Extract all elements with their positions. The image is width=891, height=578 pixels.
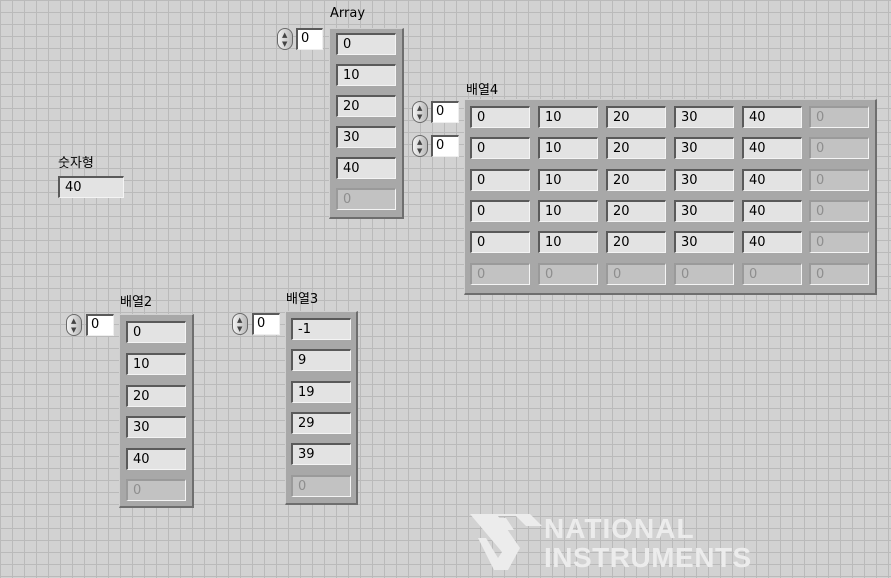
array-label: Array (330, 6, 366, 21)
array3-label: 배열3 (286, 292, 319, 307)
array-element[interactable]: 10 (336, 64, 396, 86)
array4-element[interactable]: 20 (606, 137, 666, 159)
array4-element[interactable]: 0 (470, 106, 530, 128)
array-empty-element[interactable]: 0 (291, 475, 351, 497)
array-element[interactable]: 30 (126, 416, 186, 438)
array4-empty-element[interactable]: 0 (809, 169, 869, 191)
array4-element[interactable]: 30 (674, 231, 734, 253)
array4-element[interactable]: 20 (606, 169, 666, 191)
array4-empty-element[interactable]: 0 (809, 231, 869, 253)
array-empty-element[interactable]: 0 (336, 188, 396, 210)
array4-element[interactable]: 10 (538, 200, 598, 222)
array4-frame: 0 10 20 30 40 0 0 10 20 30 40 0 0 10 20 30 40 0 0 10 20 30 40 0… (464, 99, 877, 295)
array-element[interactable]: 40 (126, 448, 186, 470)
array4-element[interactable]: 20 (606, 106, 666, 128)
array-element[interactable]: -1 (291, 318, 351, 340)
array4-element[interactable]: 0 (470, 137, 530, 159)
array4-element[interactable]: 20 (606, 200, 666, 222)
array4-element[interactable]: 20 (606, 231, 666, 253)
ni-eagle-icon (470, 514, 542, 570)
numeric-indicator[interactable]: 40 (58, 176, 124, 198)
array4-empty-element[interactable]: 0 (809, 137, 869, 159)
array4-element[interactable]: 10 (538, 137, 598, 159)
array-element[interactable]: 9 (291, 349, 351, 371)
array4-empty-element[interactable]: 0 (538, 263, 598, 285)
spin-arrows-icon[interactable]: ▲ ▼ (232, 313, 248, 335)
array4-element[interactable]: 10 (538, 106, 598, 128)
ni-logo-line2: INSTRUMENTS (544, 542, 752, 573)
ni-logo-line1: NATIONAL (544, 513, 695, 544)
spin-arrows-icon[interactable]: ▲ ▼ (277, 28, 293, 50)
array-element[interactable]: 20 (126, 385, 186, 407)
array4-element[interactable]: 30 (674, 200, 734, 222)
array4-element[interactable]: 40 (742, 169, 802, 191)
array3-frame: -1 9 19 29 39 0 (285, 311, 358, 505)
spin-arrows-icon[interactable]: ▲ ▼ (412, 135, 428, 157)
array4-empty-element[interactable]: 0 (606, 263, 666, 285)
spin-arrows-icon[interactable]: ▲ ▼ (412, 101, 428, 123)
array4-element[interactable]: 0 (470, 231, 530, 253)
array-element[interactable]: 29 (291, 412, 351, 434)
array4-empty-element[interactable]: 0 (809, 106, 869, 128)
array4-element[interactable]: 40 (742, 106, 802, 128)
array4-element[interactable]: 10 (538, 231, 598, 253)
array-empty-element[interactable]: 0 (126, 479, 186, 501)
array4-empty-element[interactable]: 0 (809, 263, 869, 285)
array2-label: 배열2 (120, 295, 153, 310)
array4-element[interactable]: 40 (742, 137, 802, 159)
array4-element[interactable]: 40 (742, 231, 802, 253)
array4-empty-element[interactable]: 0 (470, 263, 530, 285)
array4-empty-element[interactable]: 0 (809, 200, 869, 222)
array-element[interactable]: 39 (291, 443, 351, 465)
array4-element[interactable]: 40 (742, 200, 802, 222)
array-element[interactable]: 30 (336, 126, 396, 148)
array-element[interactable]: 10 (126, 353, 186, 375)
array4-label: 배열4 (466, 83, 499, 98)
ni-logo: NATIONAL INSTRUMENTS (470, 513, 752, 573)
array4-element[interactable]: 0 (470, 169, 530, 191)
array2-index-value[interactable]: 0 (86, 314, 114, 336)
array3-index-value[interactable]: 0 (252, 313, 280, 335)
array4-element[interactable]: 30 (674, 137, 734, 159)
array4-col-index-value[interactable]: 0 (431, 135, 459, 157)
array-index-value[interactable]: 0 (296, 28, 323, 50)
array4-element[interactable]: 30 (674, 106, 734, 128)
array4-element[interactable]: 0 (470, 200, 530, 222)
array4-empty-element[interactable]: 0 (742, 263, 802, 285)
numeric-label: 숫자형 (58, 156, 94, 171)
array4-empty-element[interactable]: 0 (674, 263, 734, 285)
array-element[interactable]: 0 (336, 33, 396, 55)
array-element[interactable]: 20 (336, 95, 396, 117)
array4-row-index-value[interactable]: 0 (431, 101, 459, 123)
array-element[interactable]: 40 (336, 157, 396, 179)
spin-arrows-icon[interactable]: ▲ ▼ (66, 314, 82, 336)
array-frame: 0 10 20 30 40 0 (329, 28, 404, 219)
array4-element[interactable]: 30 (674, 169, 734, 191)
array-element[interactable]: 19 (291, 381, 351, 403)
array2-frame: 0 10 20 30 40 0 (119, 314, 194, 508)
array-element[interactable]: 0 (126, 321, 186, 343)
array4-element[interactable]: 10 (538, 169, 598, 191)
